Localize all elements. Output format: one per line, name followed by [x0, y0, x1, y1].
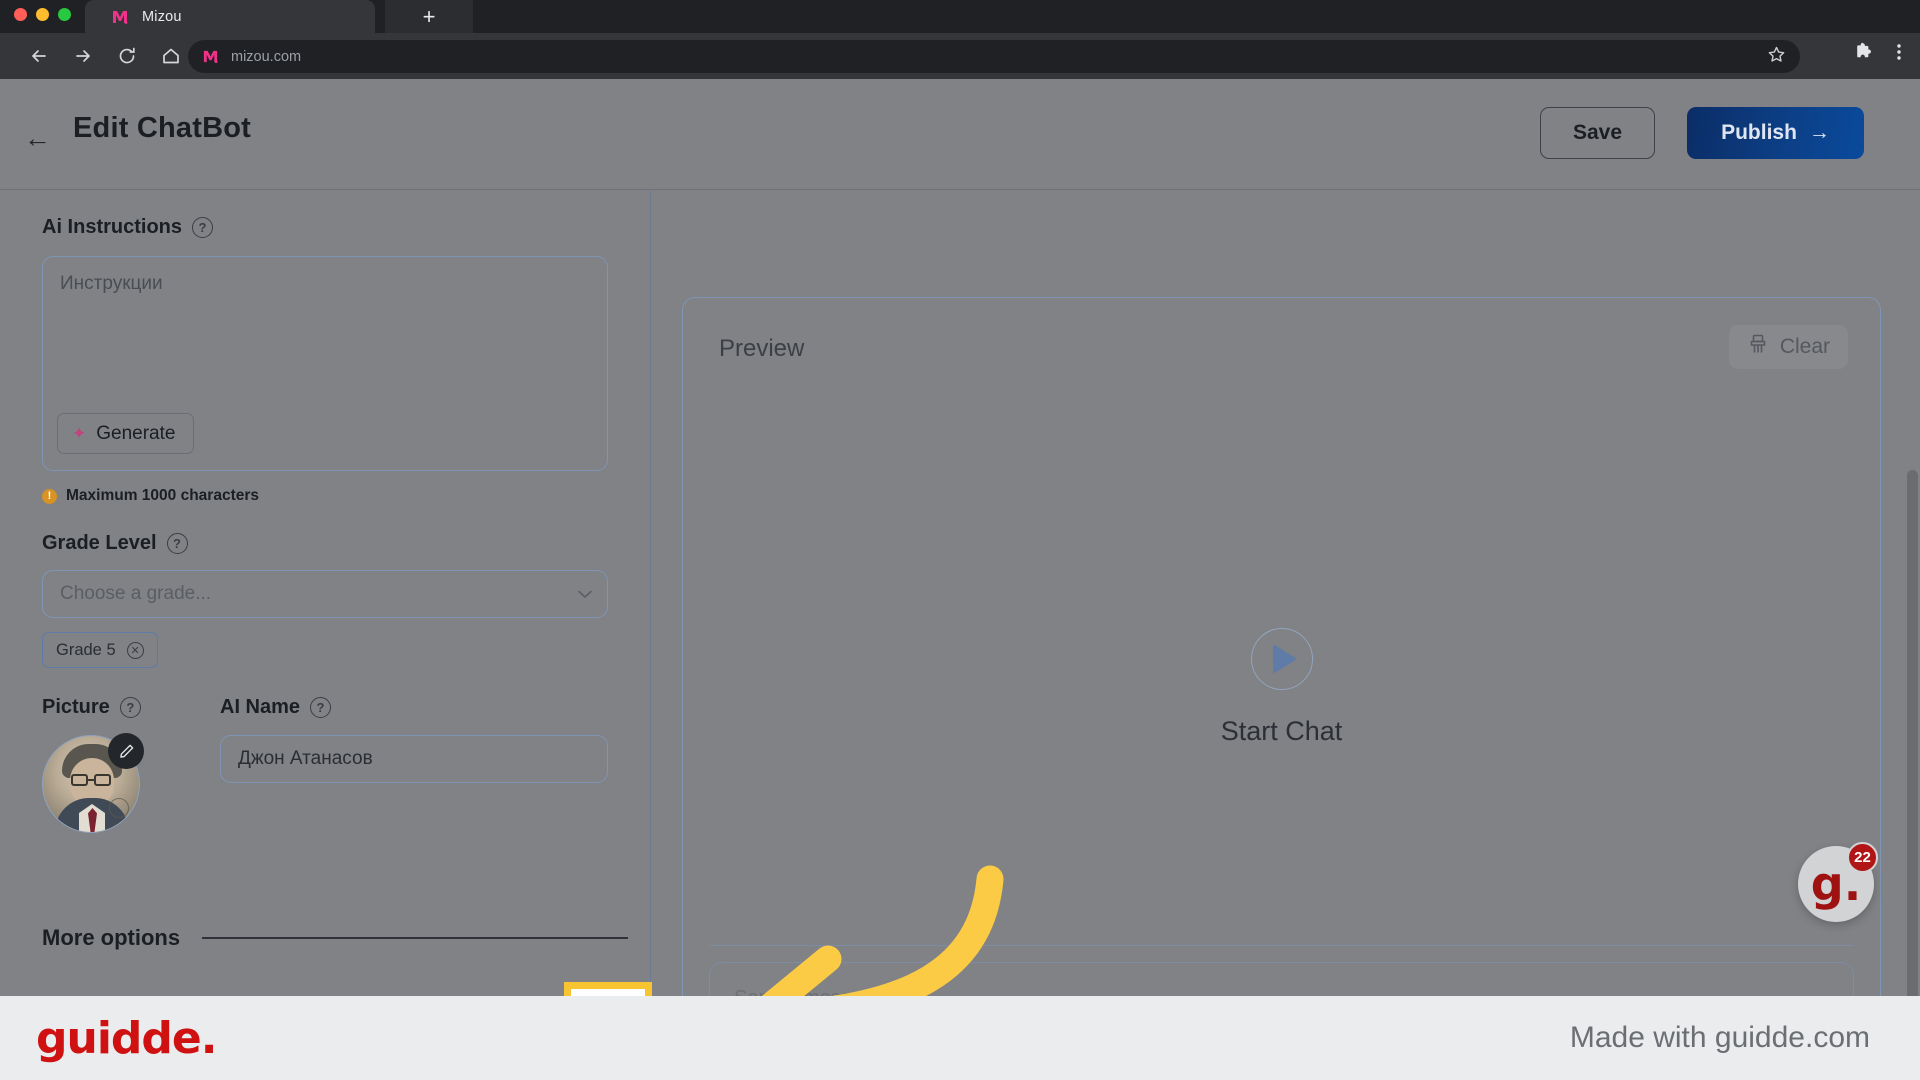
picture-and-name-row: Picture ? AI Name ? Джон Атанасов — [42, 696, 608, 833]
clear-button[interactable]: Clear — [1728, 325, 1848, 369]
more-options-label: More options — [42, 925, 181, 950]
ai-name-value: Джон Атанасов — [238, 748, 373, 769]
sparkle-icon: ✦ — [72, 424, 87, 443]
app-page: ← Edit ChatBot Save Publish → Ai Instruc… — [0, 79, 1920, 1080]
browser-toolbar: mizou.com — [0, 33, 1920, 79]
clear-button-label: Clear — [1779, 335, 1830, 358]
preview-title: Preview — [719, 335, 805, 362]
character-limit-text: Maximum 1000 characters — [66, 487, 260, 504]
page-title: Edit ChatBot — [73, 112, 251, 144]
ai-instructions-textarea[interactable]: Инструкции ✦ Generate — [42, 256, 608, 471]
ai-name-label: AI Name — [220, 696, 301, 718]
start-chat-area[interactable]: Start Chat — [683, 628, 1880, 747]
guidde-logo: guidde. — [36, 1012, 217, 1064]
puzzle-icon[interactable] — [1855, 41, 1876, 67]
play-triangle — [1273, 644, 1297, 674]
composer-separator — [709, 945, 1854, 946]
arrow-right-icon: → — [1808, 121, 1830, 144]
more-options-divider — [202, 937, 628, 939]
guidde-widget-button[interactable]: g. 22 — [1798, 842, 1878, 922]
address-bar[interactable]: mizou.com — [188, 40, 1800, 73]
screenshot-root: Mizou + mizou.com ← Edit ChatBot Save Pu… — [0, 0, 1920, 1080]
address-bar-url: mizou.com — [231, 48, 302, 65]
help-icon[interactable]: ? — [119, 697, 141, 718]
generate-button-label: Generate — [96, 422, 176, 444]
three-dot-menu-icon[interactable] — [1890, 42, 1908, 67]
forward-arrow-icon[interactable] — [66, 39, 100, 73]
mizou-favicon-icon — [111, 8, 129, 26]
guidde-footer: guidde. Made with guidde.com — [0, 996, 1920, 1080]
avatar-glasses-bridge — [88, 779, 94, 781]
picture-label-row: Picture ? — [42, 696, 158, 719]
ai-name-input[interactable]: Джон Атанасов — [220, 735, 608, 783]
star-icon[interactable] — [1767, 45, 1786, 69]
avatar-glasses-right — [94, 774, 111, 786]
browser-tab-bar: Mizou + — [0, 0, 1920, 33]
help-icon[interactable]: ? — [166, 533, 188, 554]
grade-chip-label: Grade 5 — [56, 640, 116, 659]
grade-level-select[interactable]: Choose a grade... — [42, 570, 608, 618]
avatar-glasses-left — [71, 774, 88, 786]
maximize-window-button[interactable] — [58, 8, 71, 21]
brush-icon — [1747, 333, 1769, 361]
page-header: ← Edit ChatBot Save Publish → — [0, 79, 1920, 189]
save-button[interactable]: Save — [1540, 107, 1655, 159]
more-options-row[interactable]: More options — [42, 925, 628, 951]
mizou-favicon-icon — [202, 48, 219, 65]
close-icon[interactable]: ✕ — [126, 641, 144, 659]
browser-toolbar-right — [1855, 41, 1908, 67]
preview-panel: Preview Clear Start Chat — [682, 297, 1881, 1069]
new-tab-button[interactable]: + — [385, 0, 473, 33]
avatar-seal — [109, 798, 129, 818]
picture-field: Picture ? — [42, 696, 158, 833]
character-limit-hint: ! Maximum 1000 characters — [42, 487, 608, 505]
browser-tab-title: Mizou — [142, 8, 182, 25]
browser-tab-mizou[interactable]: Mizou — [85, 0, 375, 33]
info-icon: ! — [42, 488, 57, 504]
ai-instructions-label: Ai Instructions — [42, 216, 183, 238]
guidde-widget-badge-count: 22 — [1847, 842, 1878, 873]
ai-name-label-row: AI Name ? — [220, 696, 608, 719]
start-chat-label: Start Chat — [1220, 716, 1343, 746]
generate-button[interactable]: ✦ Generate — [57, 413, 195, 454]
window-traffic-lights — [14, 8, 71, 21]
grade-level-placeholder: Choose a grade... — [60, 583, 212, 604]
ai-instructions-label-row: Ai Instructions ? — [42, 216, 608, 239]
help-icon[interactable]: ? — [310, 697, 332, 718]
publish-button-label: Publish — [1721, 121, 1797, 144]
close-window-button[interactable] — [14, 8, 27, 21]
help-icon[interactable]: ? — [192, 217, 214, 238]
pencil-icon[interactable] — [108, 733, 144, 769]
publish-button[interactable]: Publish → — [1687, 107, 1864, 159]
scrollbar-thumb[interactable] — [1907, 470, 1918, 1070]
made-with-guidde-text: Made with guidde.com — [1569, 1021, 1870, 1054]
chatbot-settings-form: Ai Instructions ? Инструкции ✦ Generate … — [0, 190, 651, 1060]
back-arrow-icon[interactable] — [22, 39, 56, 73]
home-icon[interactable] — [154, 39, 188, 73]
grade-chip[interactable]: Grade 5 ✕ — [42, 632, 158, 668]
chevron-down-icon — [578, 583, 592, 605]
page-scrollbar[interactable] — [1904, 190, 1920, 1070]
avatar-upload[interactable] — [42, 733, 144, 833]
reload-icon[interactable] — [110, 39, 144, 73]
grade-level-label: Grade Level — [42, 532, 157, 554]
page-back-button[interactable]: ← — [24, 125, 51, 152]
minimize-window-button[interactable] — [36, 8, 49, 21]
play-icon[interactable] — [1250, 628, 1313, 690]
ai-name-field: AI Name ? Джон Атанасов — [220, 696, 608, 833]
grade-level-label-row: Grade Level ? — [42, 532, 608, 555]
picture-label: Picture — [42, 696, 110, 718]
ai-instructions-placeholder: Инструкции — [60, 273, 163, 294]
